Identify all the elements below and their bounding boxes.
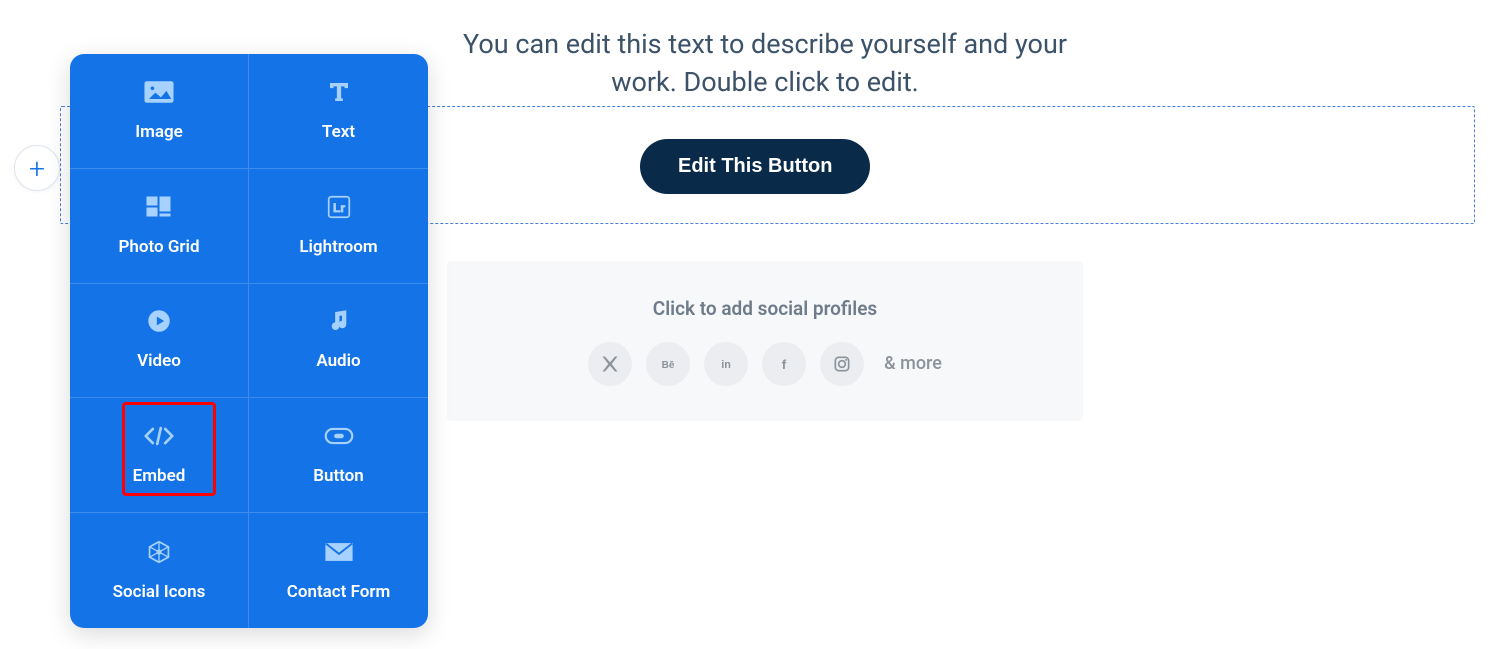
svg-text:Lr: Lr [333,201,345,215]
block-option-label: Photo Grid [118,237,199,257]
social-linkedin-button[interactable]: in [704,342,748,386]
block-option-contact-form[interactable]: Contact Form [249,513,428,628]
edit-this-button[interactable]: Edit This Button [640,139,870,194]
block-option-label: Contact Form [287,582,391,602]
block-option-photo-grid[interactable]: Photo Grid [70,169,249,284]
social-title: Click to add social profiles [653,297,877,320]
block-option-label: Video [137,351,181,371]
block-option-label: Embed [133,466,186,486]
embed-icon [144,424,174,448]
audio-icon [324,309,354,333]
grid-icon [144,195,174,219]
behance-icon: Bē [658,354,678,374]
x-icon [600,354,620,374]
social-icon [144,540,174,564]
block-option-video[interactable]: Video [70,284,249,399]
social-x-button[interactable] [588,342,632,386]
social-more-link[interactable]: & more [884,353,942,374]
add-block-button[interactable]: + [14,145,60,191]
social-profiles-placeholder[interactable]: Click to add social profiles Bē in f & m… [447,261,1083,421]
block-option-label: Social Icons [113,582,206,602]
block-option-label: Text [322,122,355,142]
social-behance-button[interactable]: Bē [646,342,690,386]
text-icon [324,80,354,104]
svg-text:Bē: Bē [662,360,675,371]
block-option-label: Audio [316,351,360,371]
block-option-image[interactable]: Image [70,54,249,169]
block-option-lightroom[interactable]: Lr Lightroom [249,169,428,284]
lightroom-icon: Lr [324,195,354,219]
description-text[interactable]: You can edit this text to describe yours… [447,26,1083,102]
button-icon [324,424,354,448]
social-instagram-button[interactable] [820,342,864,386]
contact-icon [324,540,354,564]
block-option-embed[interactable]: Embed [70,398,249,513]
svg-text:f: f [782,357,787,372]
linkedin-icon: in [716,354,736,374]
facebook-icon: f [774,354,794,374]
block-option-audio[interactable]: Audio [249,284,428,399]
block-option-label: Image [135,122,183,142]
block-picker-panel: Image Text Photo Grid Lr Lightroom Video [70,54,428,628]
instagram-icon [832,354,852,374]
plus-icon: + [29,152,45,185]
social-icon-row: Bē in f & more [588,342,942,386]
block-option-text[interactable]: Text [249,54,428,169]
svg-text:in: in [721,359,731,371]
image-icon [144,80,174,104]
block-option-label: Button [313,466,364,486]
social-facebook-button[interactable]: f [762,342,806,386]
block-option-label: Lightroom [299,237,377,257]
block-option-button[interactable]: Button [249,398,428,513]
block-option-social-icons[interactable]: Social Icons [70,513,249,628]
video-icon [144,309,174,333]
